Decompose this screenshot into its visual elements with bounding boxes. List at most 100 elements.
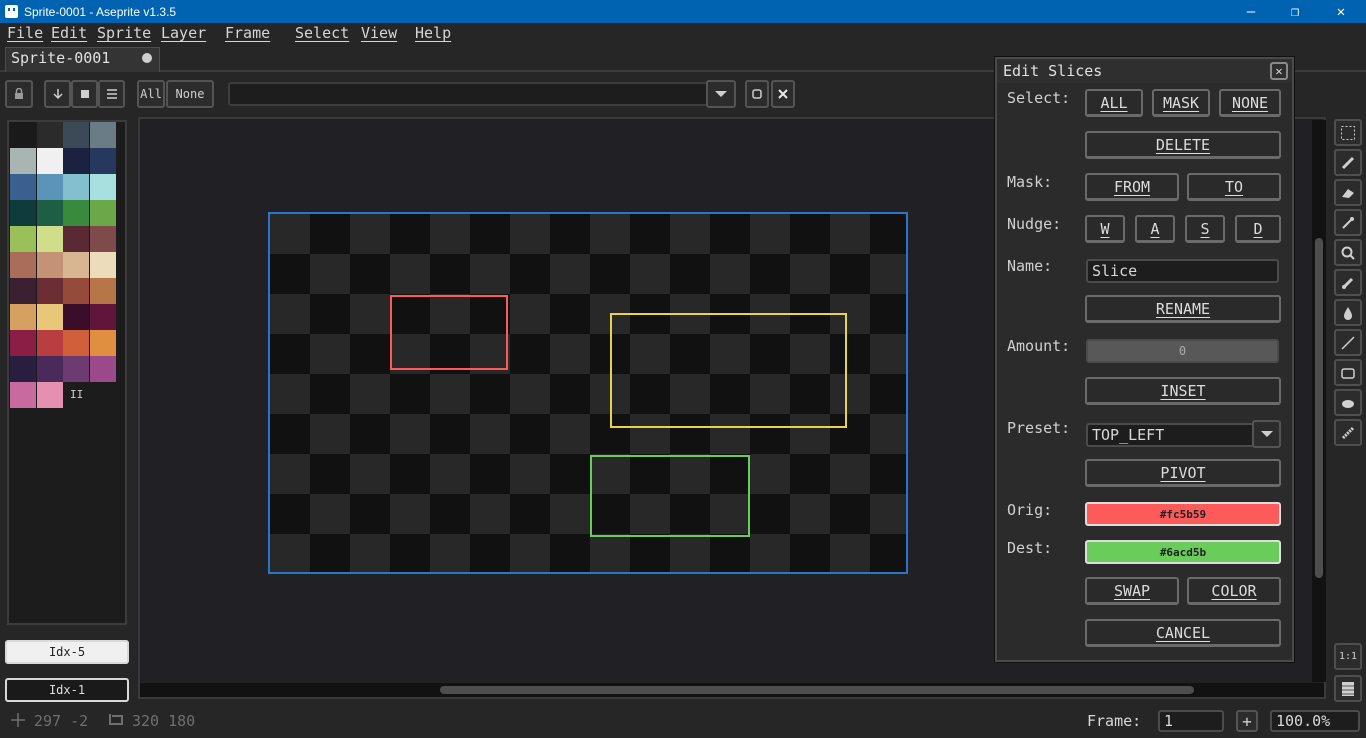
palette-swatch[interactable] [10, 174, 36, 200]
select-all-button[interactable]: ALL [1085, 89, 1143, 117]
palette-swatch[interactable] [89, 226, 116, 252]
tab-modified-dot-icon[interactable] [142, 53, 152, 63]
close-window-button[interactable]: ✕ [1318, 0, 1364, 23]
palette-swatch[interactable] [10, 278, 36, 304]
minimize-button[interactable]: — [1228, 0, 1274, 23]
palette-swatch[interactable] [36, 174, 63, 200]
palette-swatch[interactable] [63, 356, 89, 382]
nudge-s-button[interactable]: S [1185, 215, 1225, 243]
orig-color-button[interactable]: #fc5b59 [1085, 502, 1281, 526]
palette-swatch[interactable] [89, 122, 116, 148]
lock-icon[interactable] [5, 80, 33, 108]
arrow-down-icon[interactable] [44, 80, 71, 108]
blur-tool-icon[interactable] [1334, 419, 1362, 446]
chevron-down-icon[interactable] [706, 80, 736, 108]
palette-swatch[interactable] [89, 330, 116, 356]
background-color-button[interactable]: Idx-1 [5, 678, 129, 702]
palette-swatch[interactable] [63, 226, 89, 252]
palette-swatch[interactable] [10, 122, 36, 148]
dest-color-button[interactable]: #6acd5b [1085, 540, 1281, 564]
palette-swatch[interactable] [63, 252, 89, 278]
palette-swatch[interactable] [10, 148, 36, 174]
palette-swatch[interactable] [36, 330, 63, 356]
palette-swatch[interactable] [36, 252, 63, 278]
palette-swatch[interactable] [10, 330, 36, 356]
list-icon[interactable] [98, 80, 125, 108]
name-input[interactable]: Slice [1086, 259, 1279, 283]
delete-button[interactable]: DELETE [1085, 131, 1281, 159]
frame-input[interactable]: 1 [1158, 710, 1224, 732]
inset-button[interactable]: INSET [1085, 377, 1281, 405]
palette-swatch[interactable] [63, 278, 89, 304]
menu-view[interactable]: View [361, 24, 397, 42]
marquee-tool-icon[interactable] [1334, 119, 1362, 146]
slice-red-outline[interactable] [390, 295, 508, 370]
slice-yellow-outline[interactable] [610, 313, 847, 428]
eraser-tool-icon[interactable] [1334, 179, 1362, 206]
palette-swatch[interactable] [63, 174, 89, 200]
palette-swatch[interactable] [10, 356, 36, 382]
palette-swatch[interactable] [36, 122, 63, 148]
palette-swatch[interactable] [10, 304, 36, 330]
close-x-icon[interactable] [771, 80, 795, 108]
select-none-button[interactable]: NONE [1219, 89, 1281, 117]
palette-swatch[interactable] [63, 330, 89, 356]
palette-swatch[interactable] [36, 226, 63, 252]
new-frame-icon[interactable] [71, 80, 98, 108]
layer-filter-field[interactable] [228, 82, 710, 106]
menu-select[interactable]: Select [295, 24, 349, 42]
menu-help[interactable]: Help [415, 24, 451, 42]
line-tool-icon[interactable] [1334, 329, 1362, 356]
sprite-canvas[interactable] [268, 212, 908, 574]
palette-swatch[interactable] [89, 252, 116, 278]
pivot-button[interactable]: PIVOT [1085, 459, 1281, 487]
zoom-input[interactable]: 100.0% [1270, 710, 1360, 732]
rename-button[interactable]: RENAME [1085, 295, 1281, 323]
amount-slider[interactable]: 0 [1086, 339, 1279, 363]
slice-green-outline[interactable] [590, 455, 750, 537]
palette-swatch[interactable] [36, 304, 63, 330]
select-mask-button[interactable]: MASK [1152, 89, 1210, 117]
dialog-close-icon[interactable]: ✕ [1270, 62, 1288, 80]
nudge-w-button[interactable]: W [1085, 215, 1125, 243]
palette-swatch[interactable] [36, 148, 63, 174]
zoom-tool-icon[interactable] [1334, 239, 1362, 266]
cancel-button[interactable]: CANCEL [1085, 619, 1281, 647]
palette-swatch[interactable] [36, 200, 63, 226]
palette-swatch[interactable] [10, 226, 36, 252]
pencil-tool-icon[interactable] [1334, 149, 1362, 176]
palette-swatch[interactable] [89, 200, 116, 226]
palette-swatch[interactable] [89, 174, 116, 200]
menu-file[interactable]: File [7, 24, 43, 42]
palette-swatch[interactable] [36, 278, 63, 304]
frame-ring-icon[interactable] [745, 80, 769, 108]
select-all-layers-button[interactable]: All [137, 80, 165, 108]
mask-to-button[interactable]: TO [1187, 173, 1281, 201]
select-none-layers-button[interactable]: None [166, 80, 214, 108]
foreground-color-button[interactable]: Idx-5 [5, 640, 129, 664]
palette-swatch[interactable] [36, 382, 63, 408]
preset-select[interactable]: TOP_LEFT [1086, 423, 1254, 447]
palette-swatch[interactable] [10, 382, 36, 408]
paint-bucket-tool-icon[interactable] [1334, 299, 1362, 326]
preset-dropdown-chevron-icon[interactable] [1252, 420, 1281, 448]
nudge-a-button[interactable]: A [1135, 215, 1175, 243]
nudge-d-button[interactable]: D [1235, 215, 1281, 243]
brush-tool-icon[interactable] [1334, 269, 1362, 296]
palette-swatch[interactable] [89, 304, 116, 330]
palette-swatch[interactable] [89, 356, 116, 382]
vertical-scrollbar[interactable] [1315, 238, 1323, 578]
palette-swatch[interactable] [10, 252, 36, 278]
palette-swatch[interactable] [63, 304, 89, 330]
restore-button[interactable]: ❐ [1272, 0, 1318, 23]
palette-swatch[interactable] [63, 122, 89, 148]
palette-swatch[interactable] [89, 148, 116, 174]
timeline-toggle-icon[interactable] [1334, 675, 1362, 702]
swap-button[interactable]: SWAP [1085, 577, 1179, 605]
palette-swatch[interactable] [36, 356, 63, 382]
rectangle-tool-icon[interactable] [1334, 359, 1362, 386]
menu-layer[interactable]: Layer [161, 24, 206, 42]
menu-edit[interactable]: Edit [51, 24, 87, 42]
palette-swatch[interactable] [63, 148, 89, 174]
zoom-1-1-icon[interactable]: 1:1 [1334, 643, 1362, 670]
